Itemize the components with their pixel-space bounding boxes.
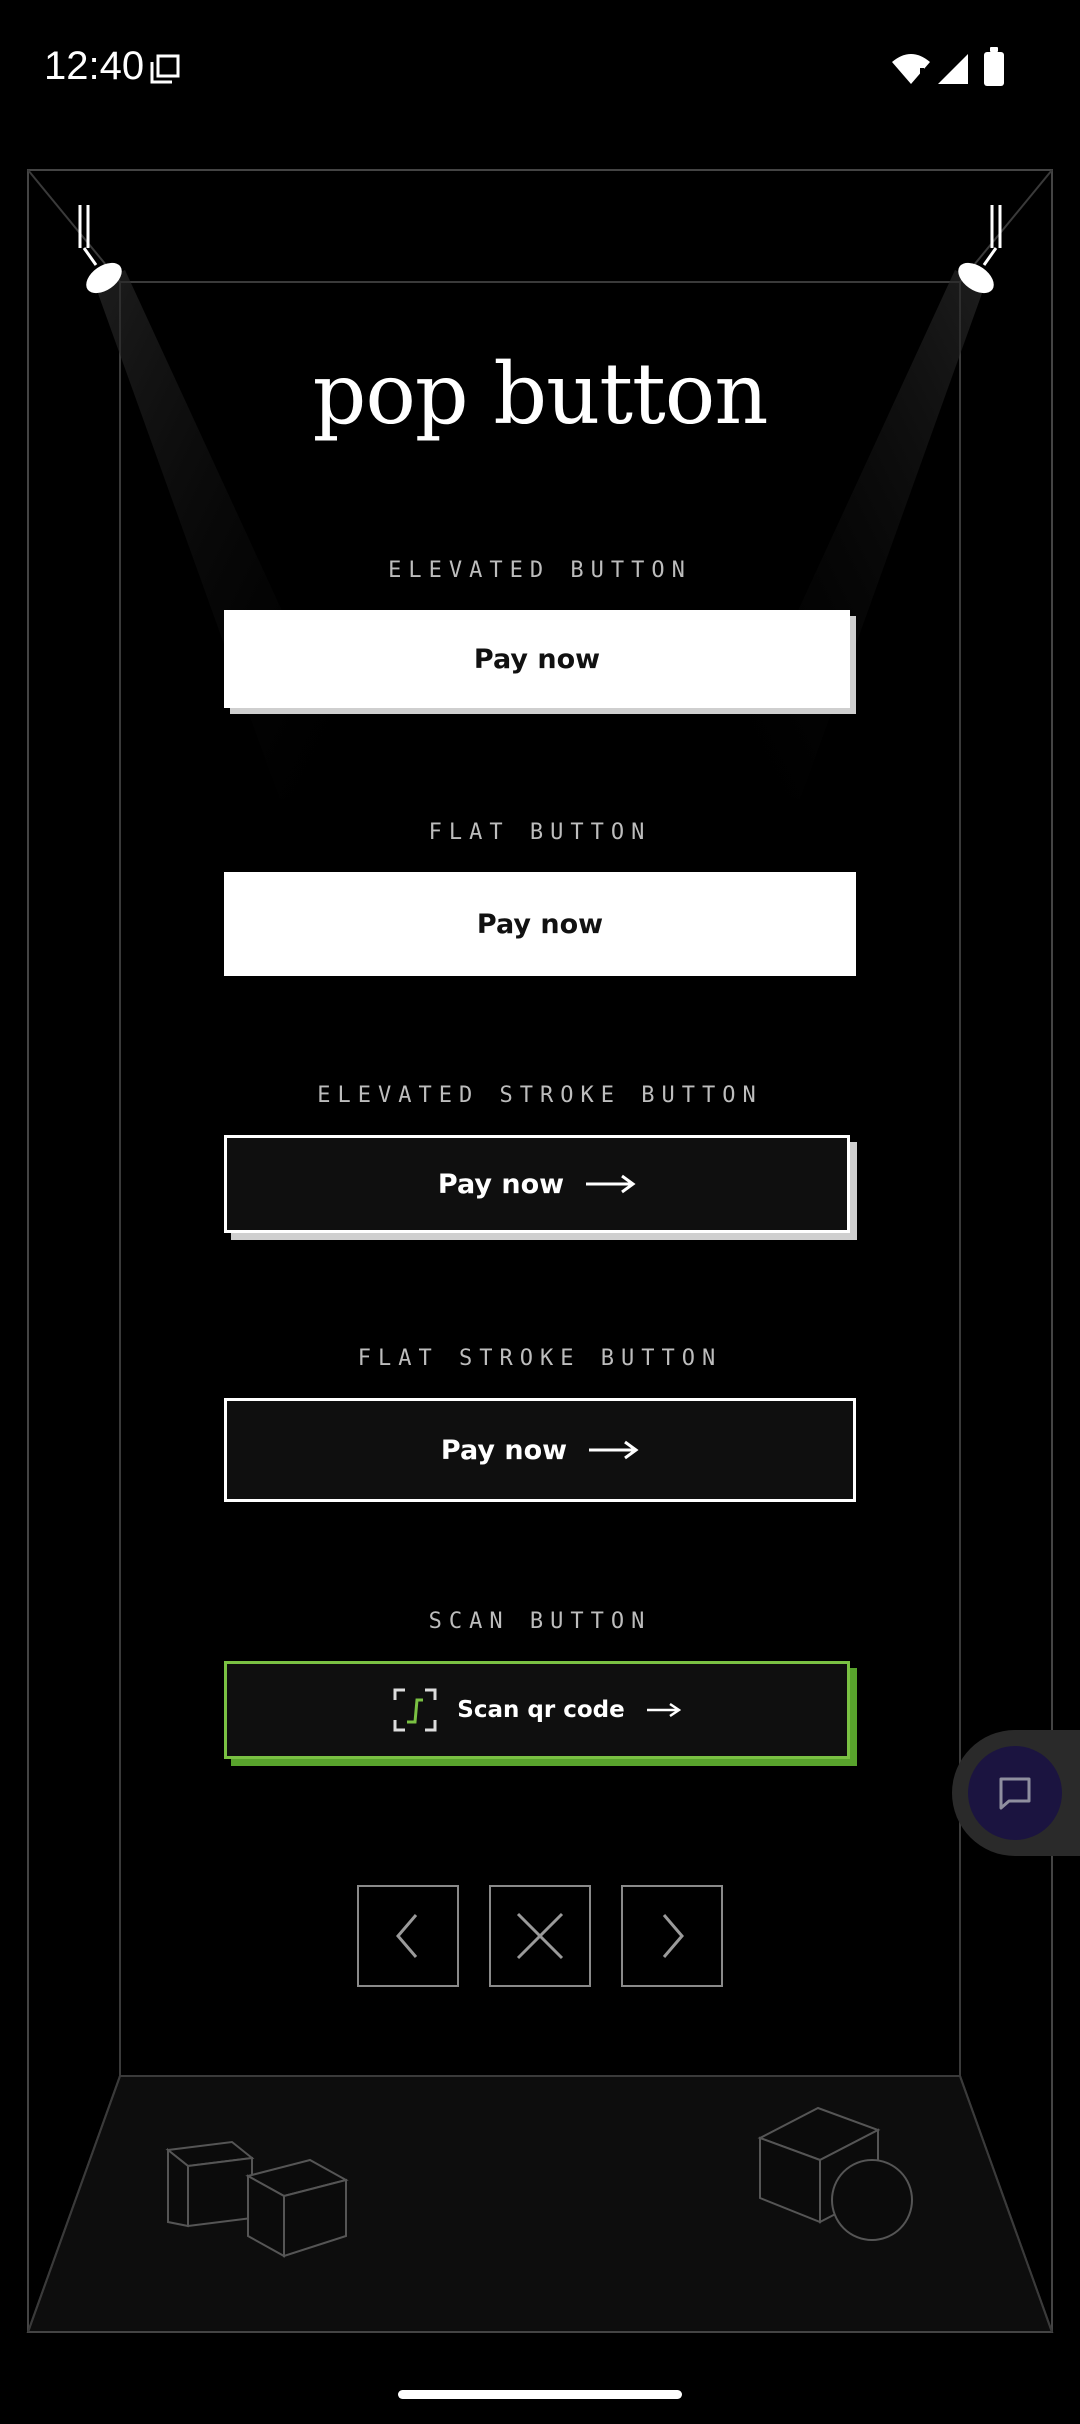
wifi-icon <box>892 54 930 84</box>
flat-stroke-pay-button[interactable]: Pay now <box>224 1398 856 1502</box>
flat-button-label: FLAT BUTTON <box>428 820 652 845</box>
chevron-left-icon <box>396 1914 418 1958</box>
battery-icon <box>984 47 1004 86</box>
chevron-right-icon <box>662 1914 684 1958</box>
arrow-right-icon <box>589 1440 639 1460</box>
elevated-pay-button[interactable]: Pay now <box>224 610 850 708</box>
screenshot-icon <box>150 54 180 84</box>
scan-button-label: SCAN BUTTON <box>428 1609 652 1634</box>
close-button[interactable] <box>489 1885 591 1987</box>
button-text: Scan qr code <box>457 1697 625 1723</box>
flat-stroke-button-label: FLAT STROKE BUTTON <box>357 1346 723 1371</box>
home-indicator[interactable] <box>398 2390 682 2399</box>
elevated-button-label: ELEVATED BUTTON <box>388 558 692 583</box>
chat-icon <box>999 1777 1031 1810</box>
elevated-stroke-button-label: ELEVATED STROKE BUTTON <box>317 1083 763 1108</box>
cell-signal-icon <box>938 54 968 84</box>
elevated-stroke-pay-button[interactable]: Pay now <box>224 1135 850 1233</box>
chat-button[interactable] <box>968 1746 1062 1840</box>
flat-pay-button[interactable]: Pay now <box>224 872 856 976</box>
button-text: Pay now <box>473 643 601 675</box>
qr-scan-icon <box>393 1688 437 1732</box>
spotlight-right-icon <box>958 205 1002 294</box>
status-time: 12:40 <box>44 44 145 88</box>
next-button[interactable] <box>621 1885 723 1987</box>
arrow-right-icon <box>586 1174 636 1194</box>
spotlight-left-icon <box>78 205 122 294</box>
previous-button[interactable] <box>357 1885 459 1987</box>
arrow-right-icon <box>646 1702 681 1718</box>
scan-qr-button[interactable]: Scan qr code <box>224 1661 850 1759</box>
button-text: Pay now <box>476 908 604 940</box>
status-bar: 12:40 <box>0 0 1080 140</box>
button-text: Pay now <box>440 1434 568 1466</box>
button-text: Pay now <box>437 1168 565 1200</box>
close-icon <box>516 1912 564 1960</box>
page-title: pop button <box>312 345 769 443</box>
